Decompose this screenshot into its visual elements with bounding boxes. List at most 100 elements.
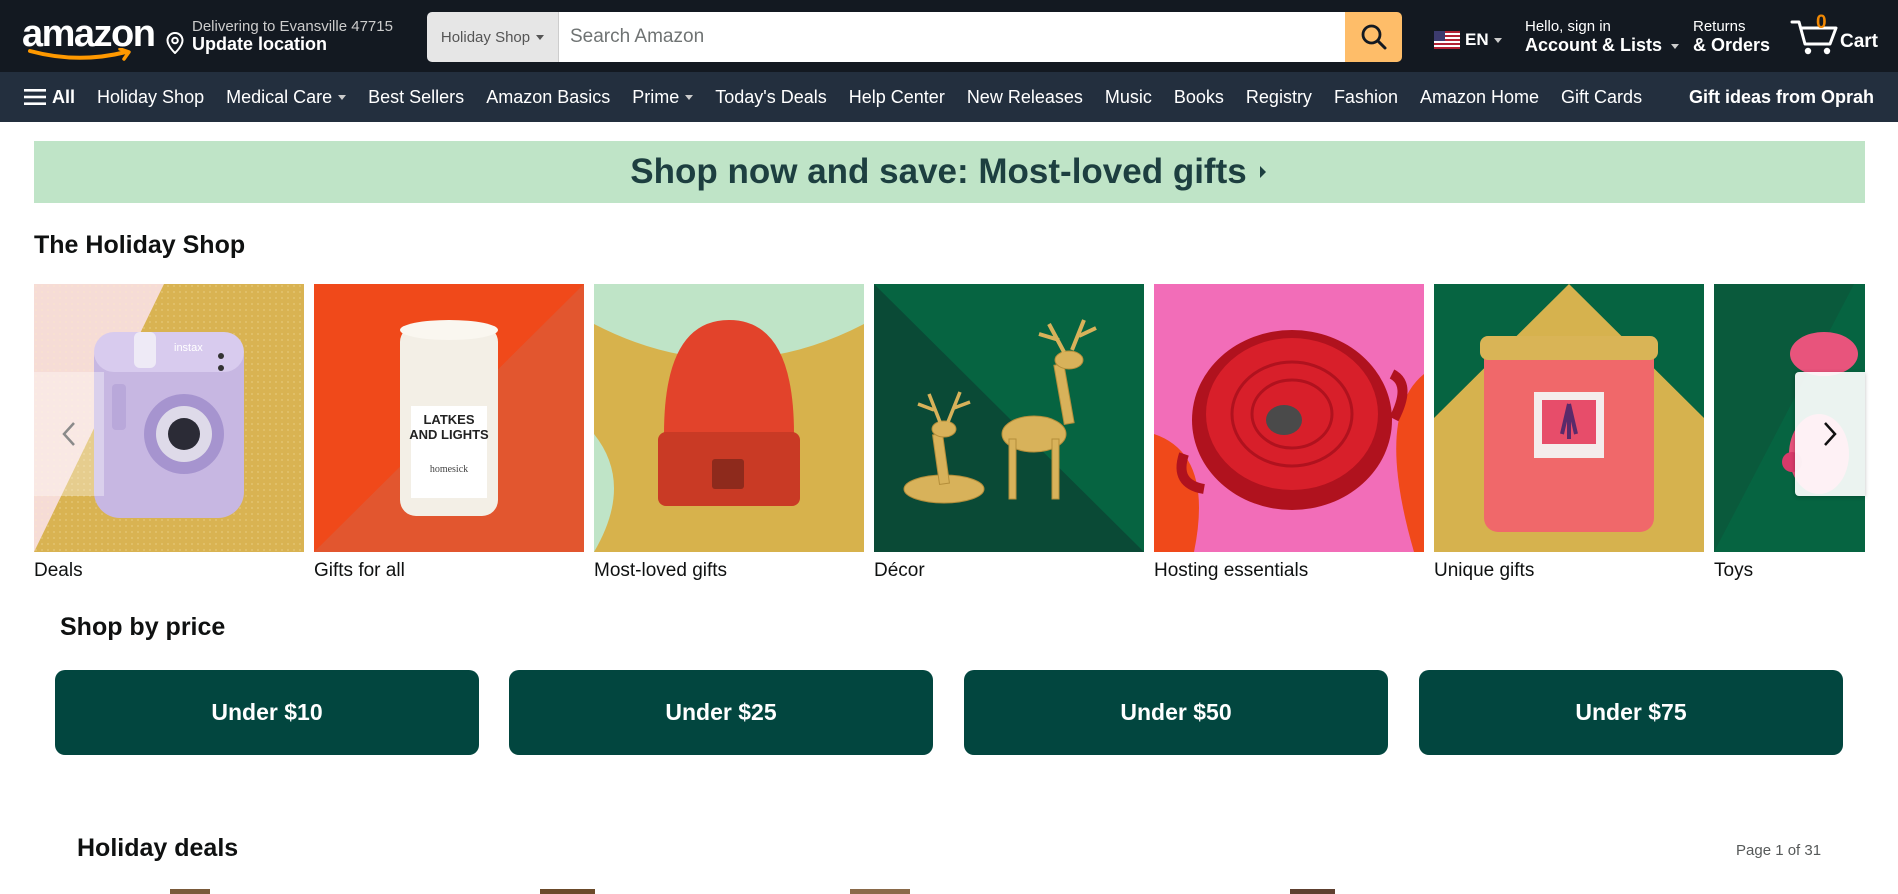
cart-icon [1790, 20, 1838, 55]
returns-label: Returns [1693, 18, 1746, 35]
nav-books[interactable]: Books [1174, 87, 1224, 108]
nav-label: Music [1104, 86, 1152, 107]
category-card-gifts-for-all[interactable]: LATKES AND LIGHTS homesick Gifts for all [314, 284, 584, 582]
nav-amazon-home[interactable]: Amazon Home [1420, 87, 1539, 108]
logo-smile-icon [28, 48, 131, 61]
location-pin-icon [166, 32, 184, 54]
under-10-button[interactable]: Under $10 [55, 670, 479, 755]
sign-in-greeting: Hello, sign in [1525, 18, 1611, 35]
nav-label: Gift Cards [1561, 86, 1643, 107]
all-menu-button[interactable]: All [24, 87, 75, 108]
nav-label: Today's Deals [715, 86, 827, 107]
chevron-down-icon [338, 94, 347, 100]
category-card-decor[interactable]: Décor [874, 284, 1144, 582]
nav-new-releases[interactable]: New Releases [967, 87, 1083, 108]
promo-banner[interactable]: Shop now and save: Most-loved gifts [34, 141, 1865, 203]
nav-todays-deals[interactable]: Today's Deals [715, 87, 827, 108]
nav-label: Amazon Home [1419, 86, 1540, 107]
gifts-for-all-image: LATKES AND LIGHTS homesick [314, 284, 584, 552]
most-loved-gifts-image [594, 284, 864, 552]
nav-label: Medical Care [226, 86, 333, 107]
carousel-prev-button[interactable] [34, 372, 104, 496]
carousel-next-button[interactable] [1795, 372, 1865, 496]
nav-label: Fashion [1333, 86, 1398, 107]
page-indicator: Page 1 of 31 [1736, 842, 1822, 859]
holiday-deals-title: Holiday deals [77, 834, 239, 862]
search-bar: Holiday Shop [427, 12, 1402, 62]
under-25-button[interactable]: Under $25 [509, 670, 933, 755]
cart-count: 0 [1816, 12, 1827, 33]
under-75-button[interactable]: Under $75 [1419, 670, 1843, 755]
nav-music[interactable]: Music [1105, 87, 1152, 108]
language-label: EN [1465, 30, 1489, 49]
chevron-down-icon [536, 34, 545, 40]
top-navbar: amazon Delivering to Evansville 47715 Up… [0, 0, 1898, 72]
nav-label: Registry [1245, 86, 1312, 107]
amazon-logo[interactable]: amazon [20, 12, 156, 61]
candle-label-line1: LATKES [423, 412, 475, 427]
category-card-most-loved-gifts[interactable]: Most-loved gifts [594, 284, 864, 582]
language-selector[interactable]: EN [1434, 30, 1502, 50]
shop-by-price-title: Shop by price [60, 613, 226, 641]
returns-orders-link[interactable]: Returns & Orders [1693, 18, 1770, 56]
nav-label: Prime [632, 86, 680, 107]
under-50-button[interactable]: Under $50 [964, 670, 1388, 755]
search-button[interactable] [1345, 12, 1402, 62]
card-label-toys: Toys [1714, 560, 1754, 581]
nav-label: Best Sellers [368, 86, 465, 107]
chevron-left-icon [62, 422, 75, 446]
card-label-unique-gifts: Unique gifts [1434, 560, 1535, 581]
nav-prime[interactable]: Prime [632, 86, 694, 108]
all-menu-label: All [52, 86, 76, 107]
candle-brand: homesick [429, 464, 469, 475]
account-lists-menu[interactable]: Hello, sign in Account & Lists [1525, 18, 1680, 56]
chevron-right-icon [1259, 166, 1266, 178]
chevron-down-icon [1493, 37, 1502, 43]
category-card-hosting-essentials[interactable]: Hosting essentials [1154, 284, 1424, 582]
search-icon [1361, 24, 1386, 50]
nav-gift-cards[interactable]: Gift Cards [1561, 87, 1642, 108]
chevron-right-icon [1824, 422, 1837, 446]
nav-fashion[interactable]: Fashion [1334, 87, 1398, 108]
card-label-hosting-essentials: Hosting essentials [1154, 560, 1309, 581]
cart-label: Cart [1840, 31, 1879, 52]
banner-text: Shop now and save: Most-loved gifts [630, 152, 1247, 191]
nav-amazon-basics[interactable]: Amazon Basics [486, 87, 610, 108]
nav-registry[interactable]: Registry [1246, 87, 1312, 108]
nav-help-center[interactable]: Help Center [849, 87, 945, 108]
unique-gifts-image [1434, 284, 1704, 552]
category-card-unique-gifts[interactable]: Unique gifts [1434, 284, 1704, 582]
camera-brand-text: instax [174, 342, 203, 354]
search-department-label: Holiday Shop [440, 28, 531, 46]
nav-label: Amazon Basics [486, 86, 611, 107]
orders-label: & Orders [1693, 35, 1771, 55]
account-lists-label: Account & Lists [1525, 35, 1663, 55]
nav-label: New Releases [966, 86, 1083, 107]
search-department-select[interactable]: Holiday Shop [427, 12, 559, 62]
holiday-shop-carousel: instax Deals LATKES AND LIGHTS homesick … [34, 284, 1865, 584]
hamburger-menu-icon [24, 89, 46, 105]
secondary-navbar: All Holiday Shop Medical Care Best Selle… [0, 72, 1898, 122]
card-label-most-loved-gifts: Most-loved gifts [594, 560, 728, 581]
nav-label: Holiday Shop [97, 86, 205, 107]
oprah-gift-ideas-link[interactable]: Gift ideas from Oprah [1689, 87, 1874, 108]
card-label-decor: Décor [874, 560, 925, 581]
card-label-deals: Deals [34, 560, 83, 581]
deal-images-top-edge [170, 889, 1335, 894]
nav-holiday-shop[interactable]: Holiday Shop [97, 87, 204, 108]
nav-medical-care[interactable]: Medical Care [226, 86, 347, 108]
candle-label-line2: AND LIGHTS [409, 427, 489, 442]
chevron-down-icon [685, 94, 694, 100]
nav-label: Books [1173, 86, 1224, 107]
chevron-down-icon [1671, 43, 1680, 49]
us-flag-icon [1434, 31, 1460, 49]
decor-image [874, 284, 1144, 552]
account-lists-label-row: Account & Lists [1525, 35, 1680, 56]
hosting-essentials-image [1154, 284, 1424, 552]
nav-best-sellers[interactable]: Best Sellers [368, 87, 464, 108]
deliver-to-label: Delivering to Evansville 47715 [192, 18, 393, 35]
search-input[interactable] [559, 12, 1345, 62]
cart-button[interactable]: 0 Cart [1790, 12, 1880, 60]
card-label-gifts-for-all: Gifts for all [314, 560, 405, 581]
nav-label: Help Center [848, 86, 945, 107]
